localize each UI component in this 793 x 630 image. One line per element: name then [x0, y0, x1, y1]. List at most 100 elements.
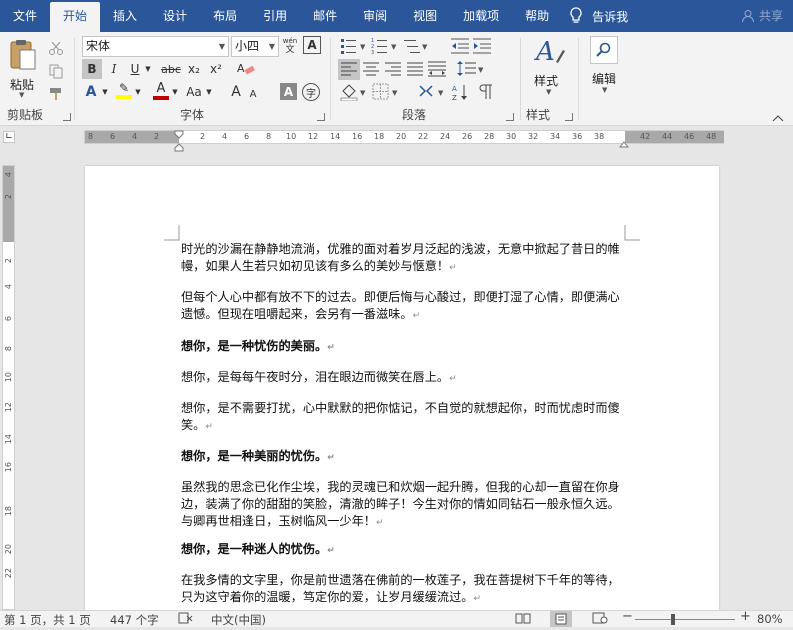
ruler-tick: 10 — [4, 372, 13, 383]
subscript-button[interactable]: x₂ — [185, 59, 203, 79]
document-paragraph[interactable]: 在我多情的文字里，你是前世遗落在佛前的一枚莲子，我在菩提树下千年的等待，只为这守… — [181, 572, 621, 608]
decrease-indent-icon[interactable] — [450, 37, 470, 55]
right-indent-marker[interactable] — [619, 140, 629, 148]
increase-indent-icon[interactable] — [472, 37, 492, 55]
print-layout-icon[interactable] — [550, 611, 572, 627]
shrink-font-button[interactable]: A — [246, 84, 260, 104]
align-right-icon[interactable] — [385, 62, 401, 76]
multilevel-list-icon[interactable]: ▼ — [402, 37, 430, 55]
paste-dropdown-icon[interactable]: ▼ — [19, 91, 24, 99]
person-icon — [741, 10, 754, 23]
font-group: 宋体 ▼ 小四 ▼ wén 文 A B I U ▼ abc x₂ x² A A ▼ ✎… — [76, 32, 328, 126]
change-case-button[interactable]: Aa — [183, 82, 205, 102]
phonetic-guide-button[interactable]: wén 文 — [281, 36, 299, 56]
shading-icon[interactable]: ▼ — [340, 83, 368, 101]
document-paragraph[interactable]: 时光的沙漏在静静地流淌，优雅的面对着岁月泛起的浅波，无意中掀起了昔日的帷幔，如果… — [181, 241, 621, 277]
character-shading-button[interactable]: A — [280, 83, 297, 100]
document-paragraph[interactable]: 但每个人心中都有放不下的过去。即便后悔与心酸过，即便打湿了心情，即便满心遗憾。但… — [181, 289, 621, 325]
copy-icon[interactable] — [48, 63, 64, 79]
vertical-ruler[interactable]: 4 2 2 4 6 8 10 12 14 16 18 20 22 — [2, 165, 15, 610]
font-color-button[interactable]: A — [152, 80, 170, 100]
show-marks-icon[interactable] — [478, 83, 494, 101]
zoom-level[interactable]: 80% — [757, 612, 783, 626]
tab-selector[interactable]: ∟ — [3, 131, 15, 143]
tab-layout[interactable]: 布局 — [200, 0, 250, 32]
chinese-layout-icon[interactable]: ▼ — [418, 83, 446, 101]
page-count[interactable]: 第 1 页，共 1 页 — [4, 612, 91, 628]
tab-mailings[interactable]: 邮件 — [300, 0, 350, 32]
text-effects-icon[interactable]: A — [82, 82, 100, 102]
font-size-combo[interactable]: 小四 ▼ — [231, 36, 279, 57]
document-paragraph[interactable]: 想你，是不需要打扰，心中默默的把你惦记，不自觉的就想起你，时而忧虑时而傻笑。↵ — [181, 400, 621, 436]
borders-icon[interactable]: ▼ — [372, 83, 400, 101]
tab-review[interactable]: 审阅 — [350, 0, 400, 32]
zoom-out-button[interactable]: − — [622, 609, 633, 624]
strikethrough-button[interactable]: abc — [159, 59, 183, 79]
ruler-tick: 30 — [506, 132, 517, 141]
tab-insert[interactable]: 插入 — [100, 0, 150, 32]
editing-button[interactable]: 编辑 ▼ — [584, 36, 626, 98]
numbering-icon[interactable]: 123▼ — [371, 37, 399, 55]
align-left-button[interactable] — [338, 59, 360, 80]
cut-icon[interactable] — [48, 40, 64, 56]
change-case-dropdown-icon[interactable]: ▼ — [205, 82, 213, 102]
read-mode-icon[interactable] — [515, 612, 531, 627]
styles-gallery-button[interactable]: A 样式 ▼ — [530, 36, 570, 98]
tab-home[interactable]: 开始 — [50, 2, 101, 32]
paragraph-launcher-icon[interactable] — [506, 113, 514, 121]
zoom-slider-track[interactable] — [635, 619, 735, 620]
paste-button[interactable]: 粘贴 ▼ — [6, 38, 40, 99]
web-layout-icon[interactable] — [592, 612, 608, 627]
document-paragraph[interactable]: 想你，是一种迷人的忧伤。↵ — [181, 541, 621, 560]
bold-button[interactable]: B — [82, 59, 102, 79]
ruler-tick: 12 — [308, 132, 319, 141]
enclose-characters-button[interactable]: 字 — [302, 83, 320, 101]
proofing-icon[interactable] — [178, 612, 194, 627]
styles-launcher-icon[interactable] — [565, 113, 573, 121]
font-name-combo[interactable]: 宋体 ▼ — [82, 36, 229, 57]
tab-help[interactable]: 帮助 — [512, 0, 562, 32]
justify-icon[interactable] — [407, 62, 423, 76]
document-paragraph[interactable]: 虽然我的思念已化作尘埃，我的灵魂已和炊烟一起升腾，但我的心却一直留在你身边，装满… — [181, 479, 621, 532]
tab-references[interactable]: 引用 — [250, 0, 300, 32]
grow-font-button[interactable]: A — [228, 82, 244, 102]
line-spacing-icon[interactable]: ▼ — [456, 60, 484, 78]
eraser-icon[interactable]: A — [237, 61, 255, 77]
collapse-ribbon-icon[interactable] — [772, 114, 784, 122]
ruler-tick: 6 — [4, 316, 13, 322]
character-border-button[interactable]: A — [303, 36, 321, 54]
zoom-in-button[interactable]: + — [740, 609, 751, 624]
underline-dropdown-icon[interactable]: ▼ — [144, 59, 152, 79]
superscript-button[interactable]: x² — [207, 59, 225, 79]
document-page[interactable]: 时光的沙漏在静静地流淌，优雅的面对着岁月泛起的浅波，无意中掀起了昔日的帷幔，如果… — [85, 166, 719, 611]
center-icon[interactable] — [363, 62, 379, 76]
text-effects-dropdown-icon[interactable]: ▼ — [101, 82, 109, 102]
font-color-dropdown-icon[interactable]: ▼ — [171, 82, 179, 102]
sort-icon[interactable]: AZ — [452, 83, 470, 101]
paragraph-text: 想你，是每每午夜时分，泪在眼边而微笑在唇上。 — [181, 370, 450, 384]
highlight-color-button[interactable]: ✎ — [115, 80, 133, 100]
tab-file[interactable]: 文件 — [0, 0, 50, 32]
word-count[interactable]: 447 个字 — [110, 612, 159, 628]
font-launcher-icon[interactable] — [317, 113, 325, 121]
underline-button[interactable]: U — [126, 59, 144, 79]
tab-view[interactable]: 视图 — [400, 0, 450, 32]
language-indicator[interactable]: 中文(中国) — [211, 612, 266, 628]
zoom-slider-thumb[interactable] — [671, 614, 675, 625]
distributed-icon[interactable] — [428, 61, 446, 77]
document-paragraph[interactable]: 想你，是每每午夜时分，泪在眼边而微笑在唇上。↵ — [181, 369, 621, 388]
clipboard-launcher-icon[interactable] — [63, 113, 71, 121]
format-painter-icon[interactable] — [48, 86, 64, 102]
tell-me-box[interactable]: 告诉我 — [568, 7, 628, 25]
share-button[interactable]: 共享 — [741, 0, 783, 32]
tab-design[interactable]: 设计 — [150, 0, 200, 32]
document-paragraph[interactable]: 想你，是一种美丽的忧伤。↵ — [181, 448, 621, 467]
highlight-dropdown-icon[interactable]: ▼ — [134, 82, 142, 102]
bullets-icon[interactable]: ▼ — [340, 37, 368, 55]
font-size-value: 小四 — [235, 39, 260, 53]
document-paragraph[interactable]: 想你，是一种忧伤的美丽。↵ — [181, 338, 621, 357]
first-line-indent-marker[interactable] — [174, 130, 184, 152]
styles-group: A 样式 ▼ 样式 — [522, 32, 577, 126]
italic-button[interactable]: I — [105, 59, 123, 79]
tab-addins[interactable]: 加载项 — [450, 0, 512, 32]
